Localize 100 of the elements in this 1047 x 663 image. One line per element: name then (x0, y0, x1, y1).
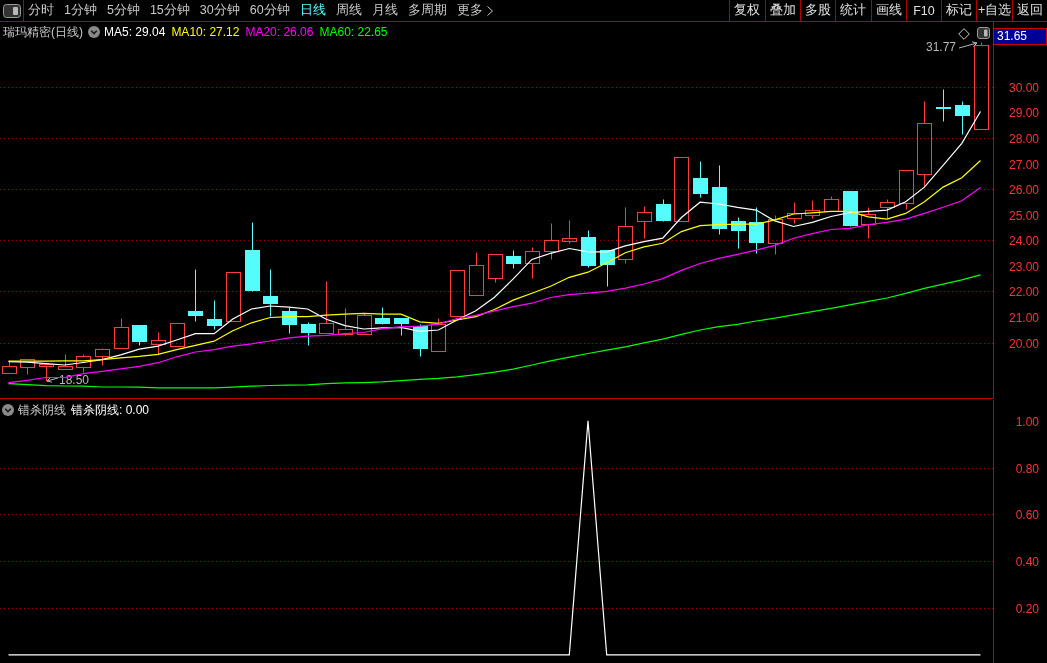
axis-label: 29.00 (1008, 105, 1039, 120)
diamond-icon[interactable] (958, 28, 970, 40)
price-annotation: 18.50 (59, 373, 90, 387)
candlestick (114, 318, 129, 349)
axis-label: 20.00 (1008, 336, 1039, 351)
legend-label: MA5: 29.04 (104, 25, 166, 39)
period-tab[interactable]: 60分钟 (244, 0, 295, 21)
layout-icon[interactable] (3, 3, 21, 18)
candlestick (618, 207, 633, 264)
candlestick (880, 199, 895, 219)
candlestick (170, 323, 185, 347)
current-price-tag: 31.65 (993, 28, 1047, 45)
period-tab[interactable]: 多周期 (402, 0, 452, 21)
candlestick (488, 254, 503, 283)
candlestick (151, 332, 166, 355)
candlestick (20, 359, 35, 375)
indicator-title: 错杀阴线 (18, 401, 66, 419)
candlestick (805, 200, 820, 219)
candlestick (450, 270, 465, 317)
toolbar-button[interactable]: 标记 (941, 0, 977, 21)
candlestick (413, 324, 428, 357)
candlestick (712, 165, 727, 235)
candlestick (506, 250, 521, 269)
axis-label: 0.80 (1015, 461, 1039, 476)
leader-arrow (958, 41, 978, 49)
candlestick (319, 281, 334, 334)
chevron-down-icon[interactable] (88, 26, 100, 38)
axis-label: 26.00 (1008, 182, 1039, 197)
candlestick (600, 250, 615, 287)
toolbar-button[interactable]: 多股 (799, 0, 836, 21)
toolbar-button[interactable]: 画线 (870, 0, 906, 21)
candlestick (693, 161, 708, 198)
period-tab[interactable]: 1分钟 (59, 0, 102, 21)
axis-label: 28.00 (1008, 131, 1039, 146)
candlestick (282, 307, 297, 334)
candlestick (39, 363, 54, 382)
candlestick (245, 222, 260, 292)
axis-label: 30.00 (1008, 80, 1039, 95)
chevron-right-icon (486, 5, 493, 16)
candlestick (76, 354, 91, 373)
axis-label: 0.60 (1015, 507, 1039, 522)
candlestick (2, 360, 17, 374)
toolbar-button[interactable]: 返回 (1011, 0, 1047, 21)
candlestick (674, 157, 689, 222)
candlestick (749, 207, 764, 254)
axis-label: 25.00 (1008, 208, 1039, 223)
axis-label: 24.00 (1008, 233, 1039, 248)
candlestick (431, 318, 446, 352)
axis-label: 0.40 (1015, 554, 1039, 569)
axis-label: 21.00 (1008, 310, 1039, 325)
period-tab[interactable]: 5分钟 (101, 0, 145, 21)
leader-arrow (46, 377, 59, 383)
period-tab[interactable]: 周线 (330, 0, 367, 21)
candlestick (581, 230, 596, 268)
axis-label: 1.00 (1015, 414, 1039, 429)
candlestick (469, 252, 484, 296)
candlestick (132, 325, 147, 346)
period-tab[interactable]: 分时 (24, 0, 59, 21)
candlestick (338, 308, 353, 336)
period-tab[interactable]: 日线 (294, 0, 331, 21)
toolbar-button[interactable]: 复权 (729, 0, 765, 21)
toolbar-button[interactable]: +自选 (976, 0, 1012, 21)
candlestick (936, 89, 951, 122)
axis-label: 23.00 (1008, 259, 1039, 274)
candlestick (824, 196, 839, 212)
candlestick (768, 215, 783, 255)
candlestick (656, 199, 671, 222)
chart-title: 瑞玛精密(日线) (3, 23, 83, 41)
price-annotation: 31.77 (925, 40, 956, 54)
more-menu[interactable]: 更多 (451, 0, 498, 21)
chevron-down-icon[interactable] (2, 404, 14, 416)
candlestick (637, 206, 652, 239)
candlestick (525, 247, 540, 279)
legend-label: MA20: 26.06 (245, 25, 314, 39)
toolbar-button[interactable]: 统计 (835, 0, 871, 21)
toolbar-button[interactable]: F10 (905, 0, 942, 21)
legend-label: MA10: 27.12 (171, 25, 240, 39)
candlestick (375, 307, 390, 325)
candlestick (899, 170, 914, 210)
candlestick (95, 348, 110, 366)
candlestick (731, 217, 746, 249)
period-tab[interactable]: 15分钟 (144, 0, 195, 21)
candlestick (861, 207, 876, 239)
indicator-reading: 错杀阴线: 0.00 (71, 401, 150, 419)
candlestick (357, 313, 372, 335)
candlestick (544, 223, 559, 260)
axis-label: 27.00 (1008, 157, 1039, 172)
legend-label: MA60: 22.65 (319, 25, 388, 39)
toolbar-button[interactable]: 叠加 (764, 0, 800, 21)
candlestick (188, 269, 203, 322)
candlestick (955, 101, 970, 135)
layout-icon[interactable] (977, 27, 990, 39)
candlestick (58, 354, 73, 370)
period-tab[interactable]: 月线 (366, 0, 403, 21)
candlestick (787, 202, 802, 224)
candlestick (263, 269, 278, 317)
candlestick (226, 272, 241, 322)
candlestick (394, 318, 409, 336)
candlestick (843, 191, 858, 227)
period-tab[interactable]: 30分钟 (194, 0, 245, 21)
